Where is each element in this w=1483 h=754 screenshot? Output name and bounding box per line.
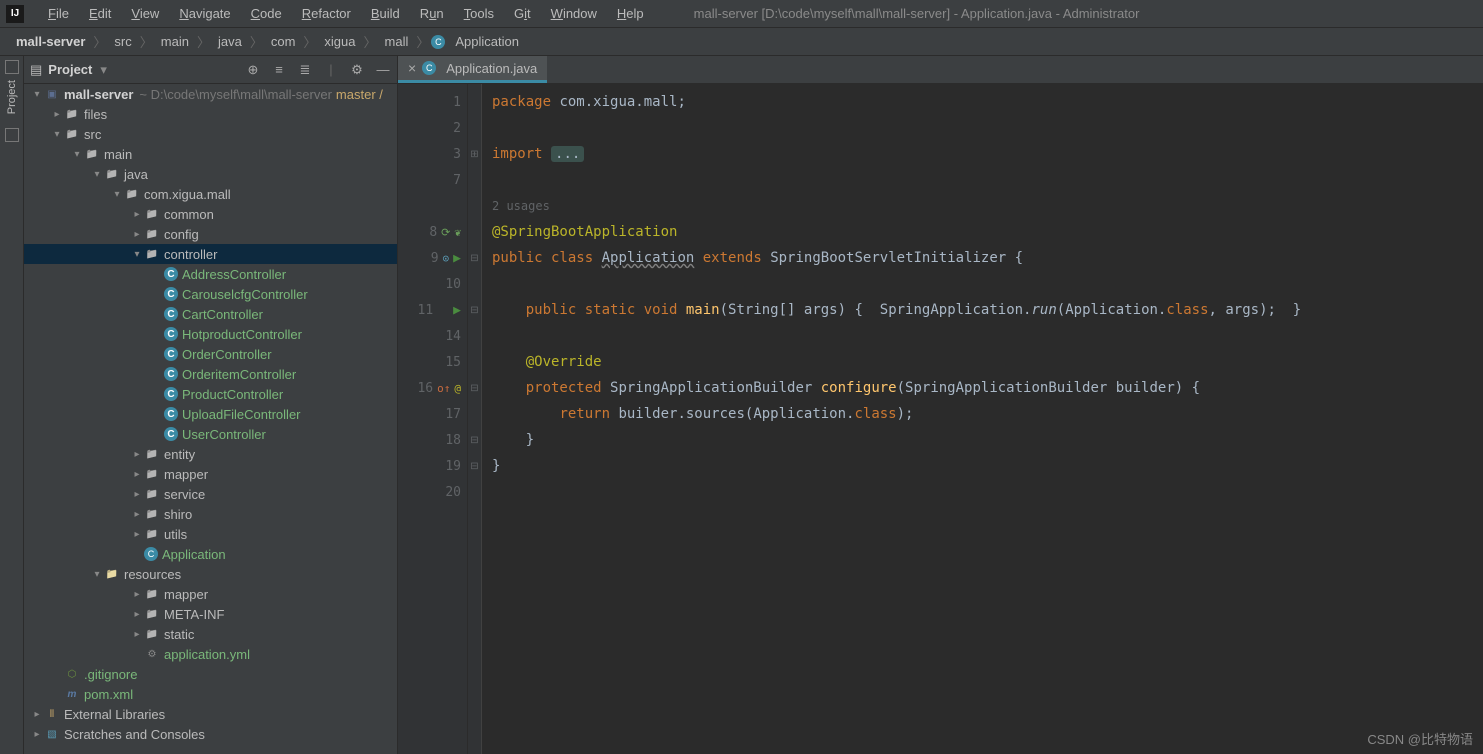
tree-folder[interactable]: ▸META-INF <box>24 604 397 624</box>
menu-git[interactable]: Git <box>504 4 541 23</box>
bean-icon[interactable]: ⊙ <box>443 252 450 265</box>
menu-build[interactable]: Build <box>361 4 410 23</box>
editor-tabs: × C Application.java <box>398 56 1483 84</box>
tree-folder[interactable]: ▾src <box>24 124 397 144</box>
tree-file-yml[interactable]: ⚙application.yml <box>24 644 397 664</box>
tree-class[interactable]: COrderController <box>24 344 397 364</box>
window-title: mall-server [D:\code\myself\mall\mall-se… <box>694 6 1140 21</box>
tree-root[interactable]: ▾▣ mall-server ~ D:\code\myself\mall\mal… <box>24 84 397 104</box>
tree-folder[interactable]: ▾main <box>24 144 397 164</box>
tool-title: Project <box>48 62 92 77</box>
tree-scratches[interactable]: ▸▧Scratches and Consoles <box>24 724 397 744</box>
class-icon: C <box>431 35 445 49</box>
crumb[interactable]: java <box>212 32 248 51</box>
editor-tab[interactable]: × C Application.java <box>398 56 547 83</box>
tree-class[interactable]: COrderitemController <box>24 364 397 384</box>
menu-window[interactable]: Window <box>541 4 607 23</box>
menubar: IJ File Edit View Navigate Code Refactor… <box>0 0 1483 28</box>
crumb-class[interactable]: Application <box>449 32 525 51</box>
watermark: CSDN @比特物语 <box>1367 729 1473 748</box>
breadcrumb: mall-server〉 src〉 main〉 java〉 com〉 xigua… <box>0 28 1483 56</box>
tree-folder[interactable]: ▸files <box>24 104 397 124</box>
tree-folder[interactable]: ▸utils <box>24 524 397 544</box>
crumb[interactable]: src <box>108 32 137 51</box>
menu-edit[interactable]: Edit <box>79 4 121 23</box>
tree-class[interactable]: CCarouselcfgController <box>24 284 397 304</box>
tree-folder[interactable]: ▾resources <box>24 564 397 584</box>
crumb[interactable]: com <box>265 32 302 51</box>
tree-file-pom[interactable]: mpom.xml <box>24 684 397 704</box>
app-icon: IJ <box>6 5 24 23</box>
expand-icon[interactable]: ≡ <box>271 62 287 78</box>
tree-folder[interactable]: ▸config <box>24 224 397 244</box>
project-tree[interactable]: ▾▣ mall-server ~ D:\code\myself\mall\mal… <box>24 84 397 754</box>
folder-icon: ▤ <box>30 62 42 78</box>
gear-icon[interactable]: ⚙ <box>349 62 365 78</box>
tree-folder[interactable]: ▸common <box>24 204 397 224</box>
menu-refactor[interactable]: Refactor <box>292 4 361 23</box>
run-icon[interactable]: ⟳ <box>441 226 450 239</box>
tree-folder[interactable]: ▸service <box>24 484 397 504</box>
tree-file-gitignore[interactable]: ⬡.gitignore <box>24 664 397 684</box>
tree-folder[interactable]: ▸mapper <box>24 464 397 484</box>
tree-folder[interactable]: ▸mapper <box>24 584 397 604</box>
menu-file[interactable]: File <box>38 4 79 23</box>
tab-label: Application.java <box>446 61 537 76</box>
left-rail: Project <box>0 56 24 754</box>
tree-class[interactable]: CUserController <box>24 424 397 444</box>
override-up-icon[interactable]: o↑ <box>437 382 450 395</box>
tree-class[interactable]: CProductController <box>24 384 397 404</box>
tree-package[interactable]: ▾com.xigua.mall <box>24 184 397 204</box>
menu-navigate[interactable]: Navigate <box>169 4 240 23</box>
project-tool-window: ▤ Project ▾ ⊕ ≡ ≣ | ⚙ — ▾▣ mall-server ~… <box>24 56 398 754</box>
crumb[interactable]: main <box>155 32 195 51</box>
rail-project[interactable]: Project <box>6 80 18 114</box>
collapse-icon[interactable]: ≣ <box>297 62 313 78</box>
tree-folder[interactable]: ▾java <box>24 164 397 184</box>
line-gutter[interactable]: 1 2 3 7 8⟳❦ 9⊙▶ 10 11▶ 14 15 16o↑@ 17 18… <box>398 84 468 754</box>
tree-class[interactable]: CCartController <box>24 304 397 324</box>
hide-icon[interactable]: — <box>375 62 391 78</box>
tree-class[interactable]: CAddressController <box>24 264 397 284</box>
crumb-root[interactable]: mall-server <box>10 32 91 51</box>
menu-view[interactable]: View <box>121 4 169 23</box>
rail-icon[interactable] <box>5 128 19 142</box>
editor: × C Application.java 1 2 3 7 8⟳❦ 9⊙▶ 10 … <box>398 56 1483 754</box>
crumb[interactable]: mall <box>379 32 415 51</box>
run-icon[interactable]: ▶ <box>453 251 461 266</box>
tree-class[interactable]: CUploadFileController <box>24 404 397 424</box>
menu-help[interactable]: Help <box>607 4 654 23</box>
tree-folder[interactable]: ▸entity <box>24 444 397 464</box>
fold-gutter[interactable]: ⊞ ⊟ ⊟ ⊟ ⊟ ⊟ <box>468 84 482 754</box>
class-icon: C <box>422 61 436 75</box>
class-run-icon: C <box>144 547 158 561</box>
crumb[interactable]: xigua <box>318 32 361 51</box>
menu-code[interactable]: Code <box>241 4 292 23</box>
close-icon[interactable]: × <box>408 60 416 76</box>
menu-run[interactable]: Run <box>410 4 454 23</box>
tree-folder[interactable]: ▸static <box>24 624 397 644</box>
code-area[interactable]: package com.xigua.mall; import ... 2 usa… <box>482 84 1483 754</box>
run-icon[interactable]: ▶ <box>453 303 461 318</box>
chevron-down-icon[interactable]: ▾ <box>100 62 107 78</box>
tree-folder-controller[interactable]: ▾controller <box>24 244 397 264</box>
tree-external-libs[interactable]: ▸⦀External Libraries <box>24 704 397 724</box>
tree-class[interactable]: CHotproductController <box>24 324 397 344</box>
rail-icon[interactable] <box>5 60 19 74</box>
tree-folder[interactable]: ▸shiro <box>24 504 397 524</box>
tree-class-app[interactable]: CApplication <box>24 544 397 564</box>
menu-tools[interactable]: Tools <box>454 4 504 23</box>
spring-icon: ❦ <box>454 226 461 239</box>
select-opened-file-icon[interactable]: ⊕ <box>245 62 261 78</box>
